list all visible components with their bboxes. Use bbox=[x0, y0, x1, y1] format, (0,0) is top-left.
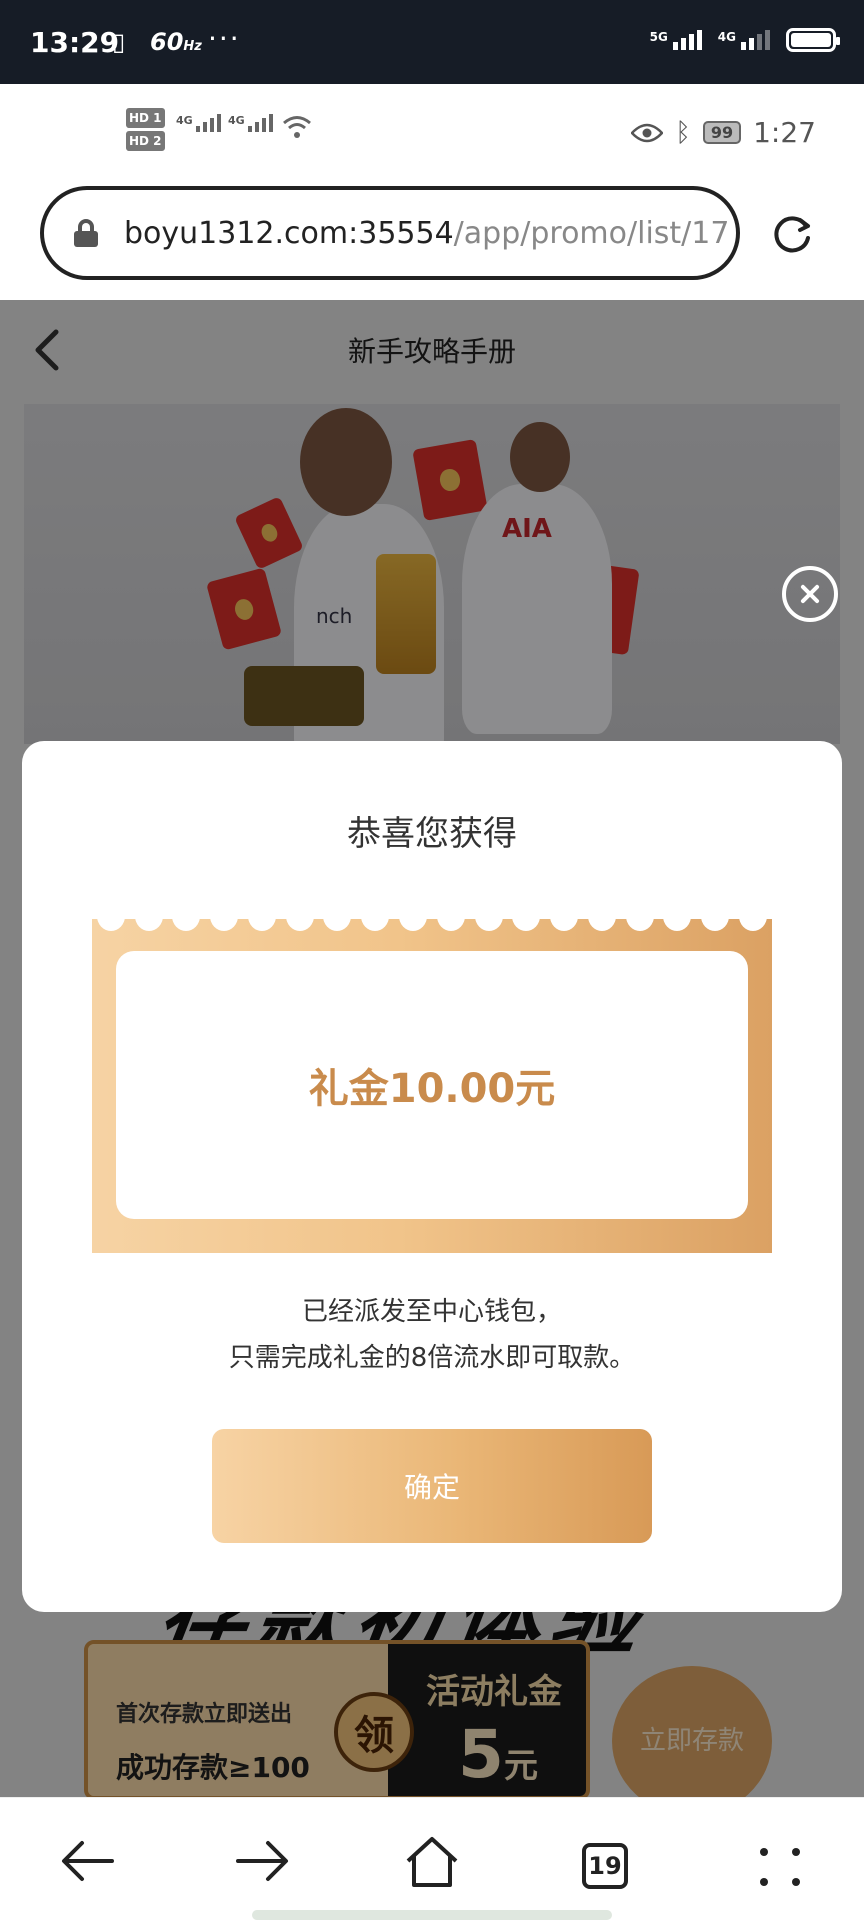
confirm-button[interactable]: 确定 bbox=[212, 1429, 652, 1543]
tabs-button[interactable]: 19 bbox=[582, 1843, 628, 1889]
modal-title: 恭喜您获得 bbox=[347, 814, 517, 854]
home-indicator[interactable] bbox=[252, 1910, 612, 1920]
status-right: 5G 4G bbox=[650, 28, 840, 52]
home-icon[interactable] bbox=[402, 1833, 462, 1889]
forward-arrow-icon[interactable] bbox=[232, 1833, 292, 1889]
menu-icon[interactable] bbox=[756, 1844, 804, 1890]
vibrate-icon: ▯ bbox=[112, 28, 126, 56]
reward-modal: 恭喜您获得 礼金10.00元 已经派发至中心钱包， 只需完成礼金的8倍流水即可取… bbox=[22, 741, 842, 1612]
reward-amount: 礼金10.00元 bbox=[308, 1066, 556, 1112]
eye-icon bbox=[631, 123, 664, 142]
hd-icons: HD 1 HD 2 bbox=[126, 108, 165, 154]
signal-4g-icon: 4G bbox=[718, 30, 770, 50]
captured-status-bar: HD 1 HD 2 4G 4G ᛒ 99 1:27 bbox=[0, 84, 864, 184]
lock-icon bbox=[74, 219, 98, 247]
reward-description: 已经派发至中心钱包， 只需完成礼金的8倍流水即可取款。 bbox=[228, 1297, 636, 1373]
captured-time: 1:27 bbox=[753, 116, 816, 149]
close-icon[interactable] bbox=[782, 566, 838, 622]
captured-signal-icon: 4G bbox=[176, 114, 221, 132]
wifi-icon bbox=[283, 116, 311, 138]
captured-battery: 99 bbox=[702, 121, 742, 144]
captured-signal-icon-2: 4G bbox=[228, 114, 273, 132]
back-arrow-icon[interactable] bbox=[58, 1833, 118, 1889]
url-text: boyu1312.com:35554/app/promo/list/17 bbox=[124, 215, 730, 251]
reward-ticket: 礼金10.00元 bbox=[92, 919, 772, 1253]
more-icon: ··· bbox=[208, 22, 241, 55]
captured-status-right: ᛒ 99 1:27 bbox=[631, 116, 816, 149]
reload-icon[interactable] bbox=[770, 212, 814, 256]
signal-5g-icon: 5G bbox=[650, 30, 702, 50]
battery-icon bbox=[786, 28, 840, 52]
refresh-rate: 60Hz bbox=[150, 28, 202, 56]
captured-screen: HD 1 HD 2 4G 4G ᛒ 99 1:27 boyu1312.com:3… bbox=[0, 84, 864, 1797]
bluetooth-icon: ᛒ bbox=[675, 117, 691, 148]
device-status-bar: 13:29 ▯ 60Hz ··· 5G 4G bbox=[0, 0, 864, 84]
address-bar[interactable]: boyu1312.com:35554/app/promo/list/17 bbox=[40, 186, 740, 280]
status-time: 13:29 bbox=[30, 26, 120, 59]
